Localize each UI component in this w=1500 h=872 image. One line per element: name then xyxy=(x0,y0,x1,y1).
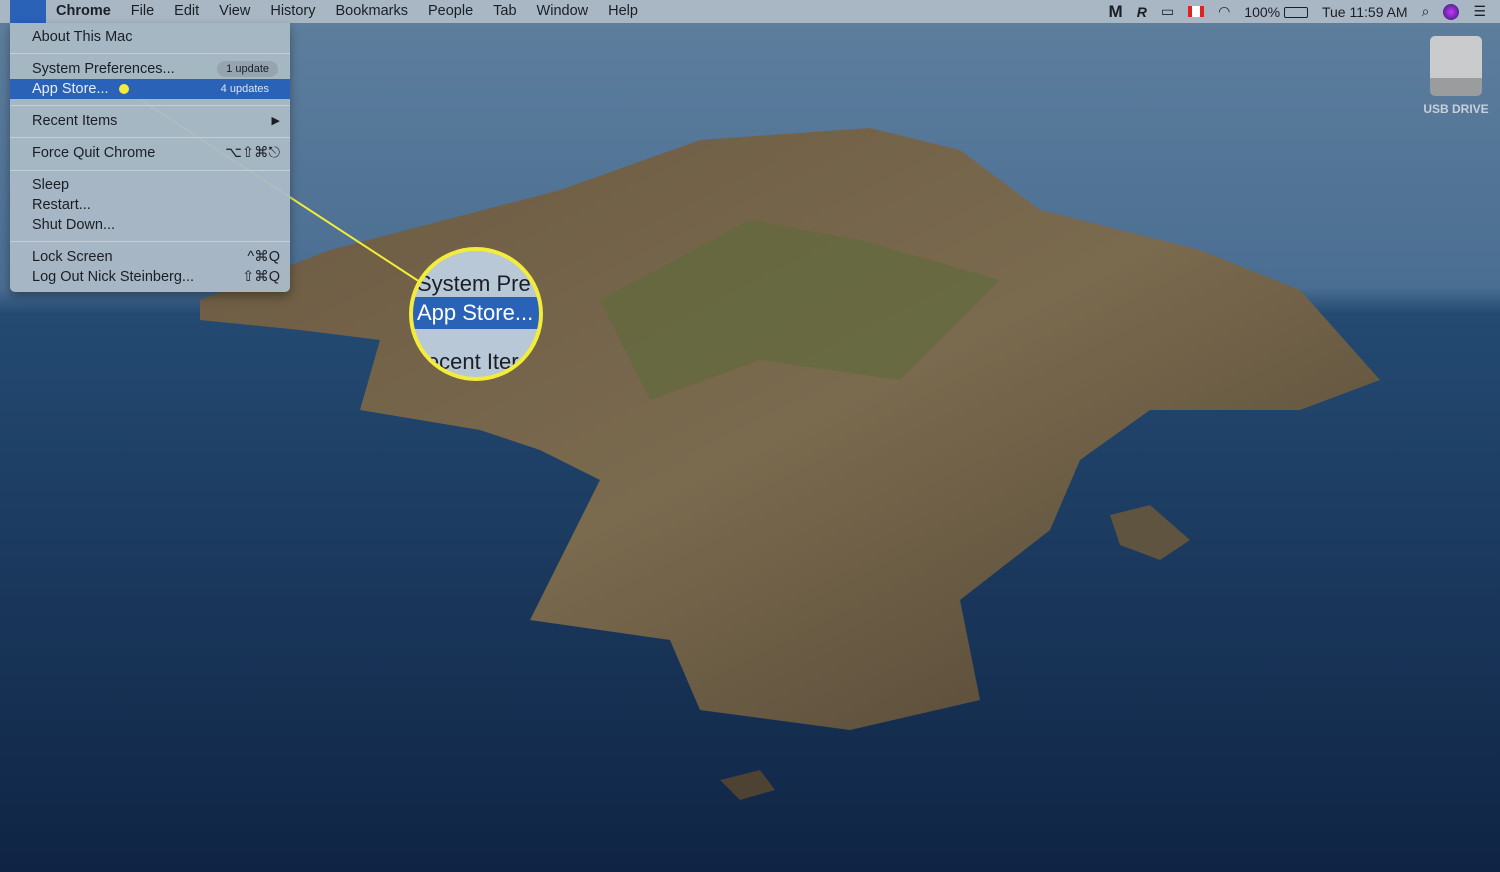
apple-menu-dropdown: About This Mac System Preferences... 1 up… xyxy=(10,23,290,292)
malwarebytes-icon[interactable]: M xyxy=(1109,2,1123,22)
menu-item-log-out[interactable]: Log Out Nick Steinberg... ⇧⌘Q xyxy=(10,267,290,287)
shortcut: ⇧⌘Q xyxy=(242,269,280,285)
update-badge: 1 update xyxy=(217,61,278,77)
menu-item-sleep[interactable]: Sleep xyxy=(10,175,290,195)
menu-people[interactable]: People xyxy=(418,0,483,23)
menu-item-shut-down[interactable]: Shut Down... xyxy=(10,215,290,235)
search-icon[interactable]: ⌕ xyxy=(1422,3,1430,20)
label: Shut Down... xyxy=(32,217,116,233)
menu-item-restart[interactable]: Restart... xyxy=(10,195,290,215)
menu-app-chrome[interactable]: Chrome xyxy=(46,0,121,23)
menu-item-recent-items[interactable]: Recent Items ▶ xyxy=(10,111,290,131)
usb-drive-label: USB DRIVE xyxy=(1423,102,1489,116)
label: App Store... xyxy=(32,81,109,97)
magnified-text: System Pre xyxy=(417,271,531,296)
menu-window[interactable]: Window xyxy=(527,0,599,23)
shortcut: ⌥⇧⌘⎋ xyxy=(225,145,280,161)
menu-item-app-store[interactable]: App Store... 4 updates xyxy=(10,79,290,99)
menu-tab[interactable]: Tab xyxy=(483,0,526,23)
menu-bar: Chrome File Edit View History Bookmarks … xyxy=(0,0,1500,23)
magnified-text: Recent Iter xyxy=(411,349,519,374)
menu-edit[interactable]: Edit xyxy=(164,0,209,23)
siri-icon[interactable] xyxy=(1443,3,1460,20)
menu-help[interactable]: Help xyxy=(598,0,648,23)
apple-menu-icon[interactable] xyxy=(10,0,46,23)
airplay-icon[interactable]: ▭ xyxy=(1161,3,1174,20)
label: Sleep xyxy=(32,177,70,193)
menu-history[interactable]: History xyxy=(260,0,325,23)
clock[interactable]: Tue 11:59 AM xyxy=(1322,4,1408,20)
submenu-arrow-icon: ▶ xyxy=(271,115,280,127)
label: Force Quit Chrome xyxy=(32,145,156,161)
drive-icon xyxy=(1430,36,1482,96)
usb-drive-desktop-icon[interactable]: USB DRIVE xyxy=(1416,36,1496,116)
callout-dot xyxy=(119,84,129,94)
canada-flag-icon[interactable] xyxy=(1188,6,1205,17)
menu-item-lock-screen[interactable]: Lock Screen ^⌘Q xyxy=(10,247,290,267)
label: Log Out Nick Steinberg... xyxy=(32,269,194,285)
battery-charging-icon[interactable] xyxy=(1283,7,1308,19)
magnifier-callout: System Pre App Store... Recent Iter xyxy=(409,247,543,381)
menu-view[interactable]: View xyxy=(209,0,260,23)
menu-item-about[interactable]: About This Mac xyxy=(10,27,290,47)
magnified-text-selected: App Store... xyxy=(417,300,534,325)
label: Lock Screen xyxy=(32,249,113,265)
menu-item-system-preferences[interactable]: System Preferences... 1 update xyxy=(10,59,290,79)
update-badge: 4 updates xyxy=(220,83,269,95)
menu-file[interactable]: File xyxy=(121,0,164,23)
shortcut: ^⌘Q xyxy=(247,249,280,265)
label: About This Mac xyxy=(32,29,133,45)
wifi-icon[interactable]: ◠ xyxy=(1218,3,1230,20)
notification-center-icon[interactable]: ☰ xyxy=(1473,3,1486,20)
label: Recent Items xyxy=(32,113,118,129)
label: System Preferences... xyxy=(32,61,175,77)
battery-percent: 100% xyxy=(1244,3,1281,20)
menu-item-force-quit[interactable]: Force Quit Chrome ⌥⇧⌘⎋ xyxy=(10,143,290,163)
label: Restart... xyxy=(32,197,91,213)
app-icon[interactable]: R xyxy=(1137,4,1147,20)
menu-bookmarks[interactable]: Bookmarks xyxy=(325,0,418,23)
